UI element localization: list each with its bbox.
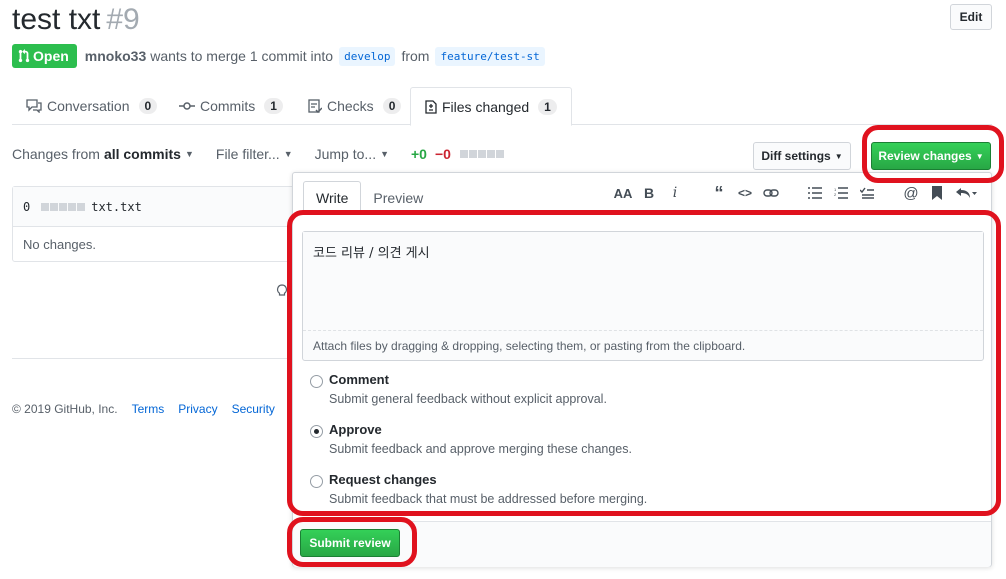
review-editor-tabs: Write Preview (303, 181, 435, 214)
commit-icon (179, 102, 195, 110)
review-panel: Write Preview AA B i “ <> 12 @ 코드 리뷰 / 의… (292, 172, 992, 567)
review-comment-editor: 코드 리뷰 / 의견 게시 Attach files by dragging &… (302, 231, 984, 361)
files-toolbar: Changes from all commits ▼ File filter..… (12, 146, 526, 162)
markdown-toolbar: AA B i “ <> 12 @ (614, 183, 977, 203)
pr-number: #9 (106, 3, 140, 36)
changes-from-value: all commits (103, 146, 181, 162)
pr-meta: Open mnoko33 wants to merge 1 commit int… (12, 44, 551, 68)
diffstat: +0 −0 (411, 146, 504, 162)
additions-count: +0 (411, 146, 427, 162)
tab-label: Files changed (442, 98, 530, 115)
caret-down-icon: ▼ (834, 151, 843, 161)
tab-label: Conversation (47, 98, 130, 114)
author-link[interactable]: mnoko33 (85, 48, 146, 64)
review-panel-footer: Submit review (293, 521, 991, 567)
caret-down-icon: ▼ (380, 149, 389, 159)
tab-counter: 1 (538, 98, 557, 115)
from-text: from (401, 48, 430, 64)
checklist-icon (308, 99, 322, 113)
footer-link-terms[interactable]: Terms (132, 402, 165, 416)
file-change-count: 0 (23, 199, 31, 214)
option-description: Submit general feedback without explicit… (329, 392, 607, 406)
changes-from-prefix: Changes from (12, 146, 100, 162)
ordered-list-icon[interactable]: 12 (833, 185, 849, 201)
bold-icon[interactable]: B (641, 185, 657, 201)
mention-icon[interactable]: @ (903, 185, 919, 202)
status-badge: Open (12, 44, 77, 68)
code-icon[interactable]: <> (737, 185, 753, 201)
option-description: Submit feedback that must be addressed b… (329, 492, 648, 506)
option-label: Comment (329, 372, 389, 387)
diffstat-blocks (459, 150, 504, 158)
tab-counter: 0 (382, 98, 402, 114)
lightbulb-icon (276, 284, 288, 296)
pr-title-text: test txt (12, 3, 101, 36)
site-footer: © 2019 GitHub, Inc. Terms Privacy Securi… (12, 402, 275, 416)
review-comment-textarea[interactable]: 코드 리뷰 / 의견 게시 (303, 232, 983, 332)
file-diff: 0 txt.txt No changes. (12, 186, 298, 262)
file-header: 0 txt.txt (13, 187, 297, 227)
unordered-list-icon[interactable] (807, 185, 823, 201)
link-icon[interactable] (763, 185, 779, 201)
footer-link-security[interactable]: Security (232, 402, 275, 416)
file-filter-label: File filter... (215, 146, 280, 162)
option-description: Submit feedback and approve merging thes… (329, 442, 632, 456)
tab-write[interactable]: Write (303, 181, 362, 214)
option-label: Approve (329, 422, 382, 437)
tab-commits[interactable]: Commits 1 (165, 87, 297, 125)
head-branch[interactable]: feature/test-st (435, 46, 545, 66)
file-filter-dropdown[interactable]: File filter... ▼ (216, 146, 293, 162)
deletions-count: −0 (434, 146, 451, 162)
comment-icon (26, 99, 42, 113)
jump-to-label: Jump to... (314, 146, 377, 162)
edit-button[interactable]: Edit (950, 4, 992, 30)
approve-radio[interactable] (310, 425, 323, 438)
file-body: No changes. (23, 236, 96, 252)
status-label: Open (33, 48, 69, 64)
file-diffstat-blocks (41, 202, 86, 211)
base-branch[interactable]: develop (339, 46, 396, 66)
review-changes-label: Review changes (878, 149, 972, 163)
italic-icon[interactable]: i (667, 185, 683, 201)
file-name[interactable]: txt.txt (91, 200, 142, 214)
tab-counter: 1 (264, 98, 283, 114)
quote-icon[interactable]: “ (711, 183, 727, 203)
submit-review-button[interactable]: Submit review (300, 529, 400, 557)
reply-icon[interactable] (955, 185, 977, 201)
diff-settings-label: Diff settings (761, 149, 831, 163)
caret-down-icon: ▼ (975, 151, 984, 161)
tab-conversation[interactable]: Conversation 0 (12, 87, 171, 125)
changes-from-dropdown[interactable]: Changes from all commits ▼ (12, 146, 194, 162)
tab-files-changed[interactable]: Files changed 1 (410, 87, 572, 126)
footer-link-privacy[interactable]: Privacy (178, 402, 217, 416)
review-changes-button[interactable]: Review changes ▼ (871, 142, 991, 170)
attach-files-hint[interactable]: Attach files by dragging & dropping, sel… (303, 330, 983, 360)
tab-preview[interactable]: Preview (361, 181, 435, 214)
git-pull-request-icon (18, 49, 30, 63)
file-diff-icon (425, 99, 437, 114)
svg-text:2: 2 (834, 192, 837, 197)
option-label: Request changes (329, 472, 437, 487)
pr-tabs: Conversation 0 Commits 1 Checks 0 Files … (12, 87, 992, 126)
pr-title: test txt #9 (12, 2, 140, 38)
caret-down-icon: ▼ (283, 149, 293, 159)
tab-checks[interactable]: Checks 0 (294, 87, 415, 125)
merge-text: wants to merge 1 commit into (150, 48, 334, 64)
footer-divider (12, 358, 292, 359)
task-list-icon[interactable] (859, 185, 875, 201)
diff-settings-button[interactable]: Diff settings ▼ (753, 142, 851, 170)
tab-counter: 0 (138, 98, 158, 114)
jump-to-dropdown[interactable]: Jump to... ▼ (315, 146, 389, 162)
tab-label: Checks (327, 98, 374, 114)
comment-radio[interactable] (310, 375, 323, 388)
tab-label: Commits (200, 98, 256, 114)
saved-reply-icon[interactable] (929, 185, 945, 201)
caret-down-icon: ▼ (184, 149, 194, 159)
request-changes-radio[interactable] (310, 475, 323, 488)
header-text-icon[interactable]: AA (614, 185, 633, 201)
copyright: © 2019 GitHub, Inc. (12, 402, 118, 416)
